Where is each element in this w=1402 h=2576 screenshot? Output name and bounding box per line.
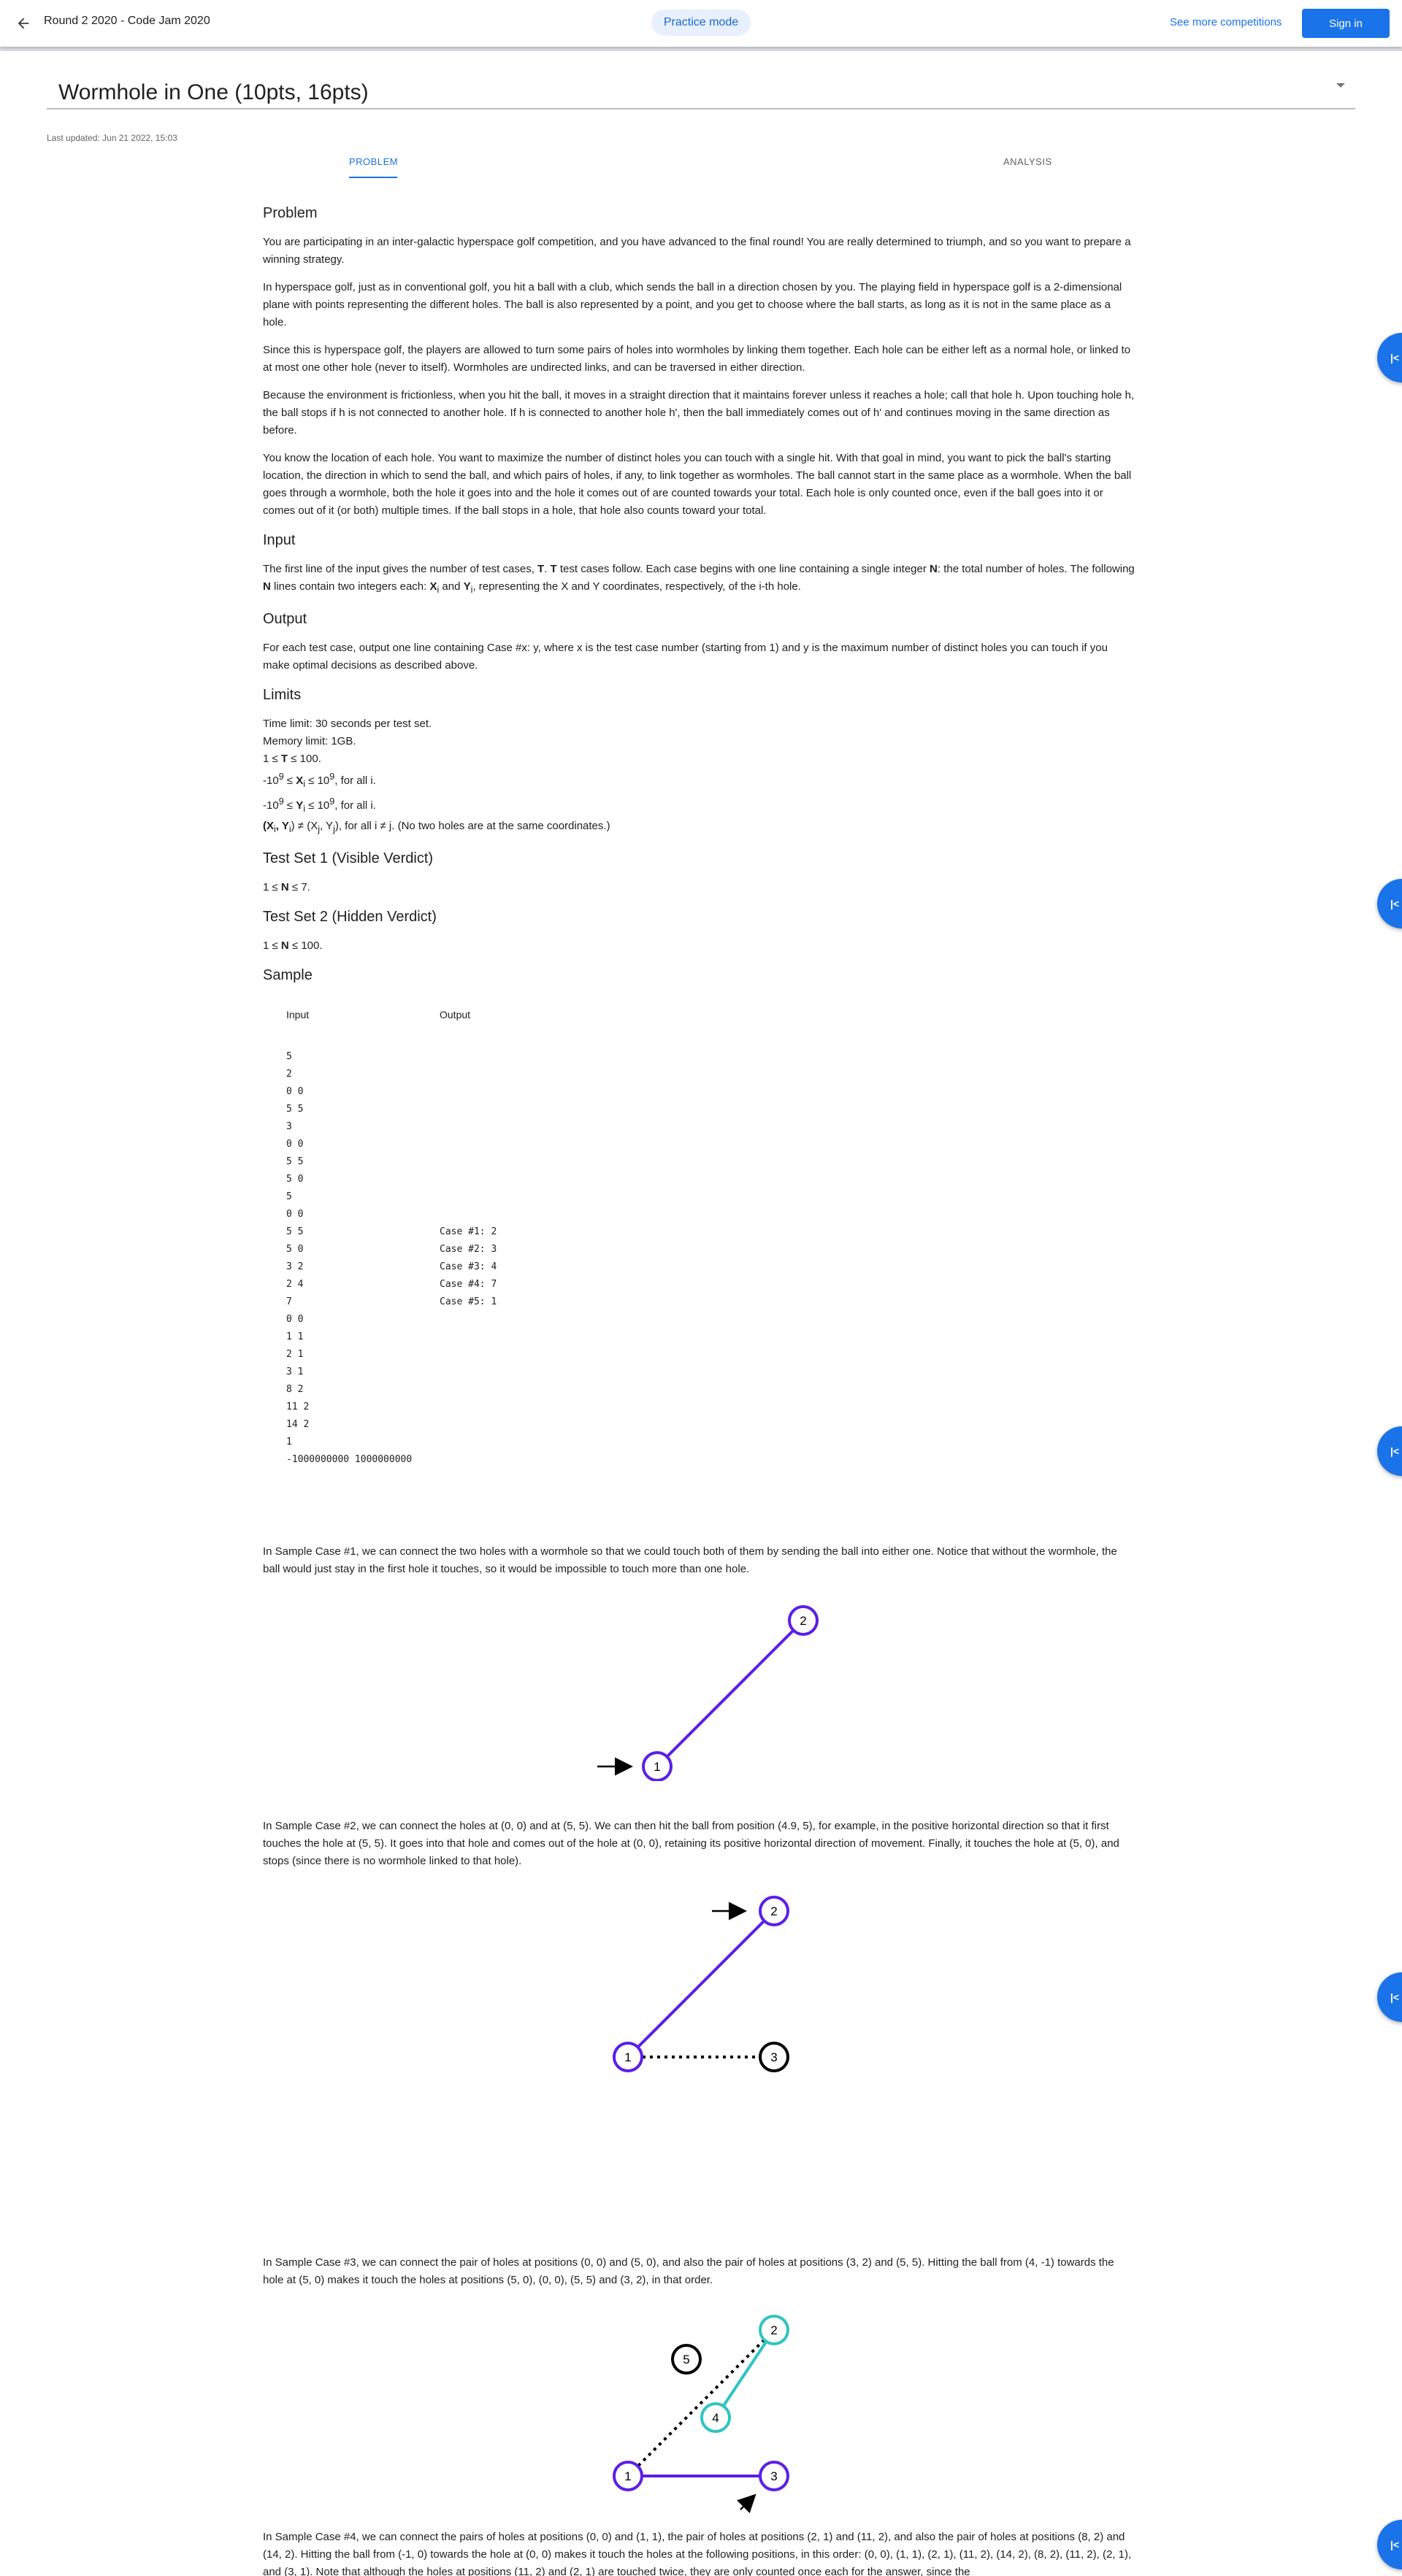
chevron-down-icon[interactable] [1336, 83, 1345, 88]
test-set-2-heading: Test Set 2 (Hidden Verdict) [263, 909, 437, 925]
hole-node: 3 [759, 2461, 789, 2491]
test-set-1-heading: Test Set 1 (Visible Verdict) [263, 850, 434, 866]
wormhole-link [714, 2329, 775, 2419]
jump-to-start-button[interactable]: |< [1377, 333, 1402, 382]
problem-paragraph-3: Since this is hyperspace golf, the playe… [263, 344, 1131, 374]
sign-in-button[interactable]: Sign in [1302, 9, 1390, 38]
problem-paragraph-4: Because the environment is frictionless,… [263, 389, 1135, 437]
jump-to-start-button[interactable]: |< [1377, 1426, 1402, 1476]
sample-table: Input Output 5 2 0 0 5 5 3 0 0 5 5 5 0 5… [286, 999, 1136, 1534]
test-set-1-limit: 1 ≤ N ≤ 7. [263, 881, 310, 893]
see-more-competitions-link[interactable]: See more competitions [1170, 16, 1282, 28]
ball-path [627, 2329, 775, 2477]
test-set-2-limit: 1 ≤ N ≤ 100. [263, 939, 323, 952]
case-1-explanation: In Sample Case #1, we can connect the tw… [263, 1545, 1117, 1575]
svg-text:5: 5 [683, 2353, 689, 2367]
output-description: For each test case, output one line cont… [263, 642, 1108, 672]
problem-paragraph-2: In hyperspace golf, just as in conventio… [263, 281, 1122, 328]
sample-input-label: Input [286, 1009, 310, 1020]
problem-paragraph-5: You know the location of each hole. You … [263, 452, 1132, 517]
active-tab-indicator [349, 177, 397, 178]
last-updated: Last updated: Jun 21 2022, 15:03 [47, 133, 177, 143]
problem-statement: Problem You are participating in an inte… [263, 203, 1136, 1564]
select-underline [47, 108, 1355, 109]
practice-mode-chip[interactable]: Practice mode [651, 9, 751, 36]
top-app-bar: Round 2 2020 - Code Jam 2020 Practice mo… [0, 0, 1402, 47]
jump-to-start-button[interactable]: |< [1377, 1972, 1402, 2022]
svg-text:2: 2 [800, 1614, 806, 1628]
limits-list: Time limit: 30 seconds per test set. Mem… [263, 718, 610, 834]
wormhole-link [627, 1910, 775, 2058]
problem-paragraph-1: You are participating in an inter-galact… [263, 236, 1131, 266]
contest-title: Round 2 2020 - Code Jam 2020 [44, 15, 210, 27]
sample-heading: Sample [263, 967, 313, 983]
svg-text:1: 1 [624, 2469, 631, 2483]
back-arrow-icon[interactable] [13, 13, 34, 34]
header-divider [0, 47, 1402, 51]
svg-text:2: 2 [770, 2323, 777, 2337]
hole-node: 2 [759, 1896, 789, 1926]
sample-output: Case #1: 2 Case #2: 3 Case #3: 4 Case #4… [440, 1226, 497, 1307]
case-4-explanation: In Sample Case #4, we can connect the pa… [263, 2531, 1132, 2576]
hole-node: 2 [759, 2315, 789, 2345]
sample-case-2-diagram: 1 2 3 [613, 1896, 789, 2072]
jump-to-start-button[interactable]: |< [1377, 2520, 1402, 2569]
svg-text:1: 1 [624, 2050, 631, 2064]
svg-text:3: 3 [770, 2469, 777, 2483]
hole-node: 3 [759, 2042, 789, 2072]
hole-node: 4 [700, 2402, 731, 2433]
sample-input: 5 2 0 0 5 5 3 0 0 5 5 5 0 5 0 0 5 5 5 0 … [286, 1051, 413, 1465]
hole-node: 5 [671, 2344, 702, 2375]
input-description: The first line of the input gives the nu… [263, 563, 1135, 595]
hole-node: 1 [642, 1751, 673, 1781]
output-heading: Output [263, 611, 307, 627]
problem-heading: Problem [263, 205, 318, 221]
jump-to-start-button[interactable]: |< [1377, 879, 1402, 928]
limits-heading: Limits [263, 687, 302, 703]
svg-text:1: 1 [654, 1760, 660, 1774]
sample-case-3-diagram: 5 1 2 3 4 [613, 2315, 789, 2513]
tab-analysis[interactable]: ANALYSIS [1003, 156, 1052, 167]
svg-text:2: 2 [770, 1904, 777, 1918]
hole-node: 2 [788, 1605, 819, 1636]
sample-output-label: Output [440, 1009, 471, 1020]
wormhole-link [656, 1619, 805, 1768]
svg-text:4: 4 [712, 2411, 719, 2425]
problem-select[interactable]: Wormhole in One (10pts, 16pts) [58, 80, 369, 105]
svg-text:3: 3 [770, 2050, 777, 2064]
sample-case-1-diagram: 1 2 [597, 1605, 819, 1781]
case-2-explanation: In Sample Case #2, we can connect the ho… [263, 1820, 1119, 1867]
input-heading: Input [263, 532, 296, 548]
tab-problem[interactable]: PROBLEM [349, 156, 398, 167]
hole-node: 1 [613, 2042, 643, 2072]
ball-direction-arrow [737, 2494, 756, 2513]
case-3-explanation: In Sample Case #3, we can connect the pa… [263, 2256, 1114, 2286]
hole-node: 1 [613, 2461, 643, 2491]
